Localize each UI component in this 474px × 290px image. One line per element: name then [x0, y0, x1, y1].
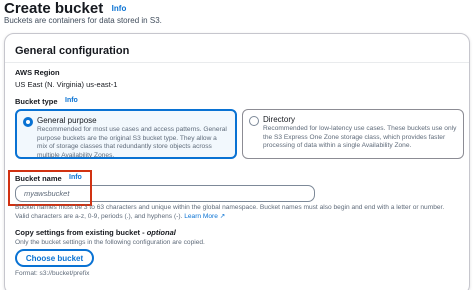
general-purpose-title: General purpose — [37, 116, 97, 125]
bucket-name-highlight-box — [8, 170, 92, 206]
general-purpose-radio[interactable] — [23, 117, 33, 127]
bucket-name-constraint-text: Bucket names must be 3 to 63 characters … — [15, 204, 445, 220]
directory-title: Directory — [263, 115, 296, 124]
learn-more-link[interactable]: Learn More ↗ — [184, 213, 225, 220]
page-title: Create bucket — [4, 0, 104, 17]
directory-description: Recommended for low-latency use cases. T… — [263, 125, 457, 150]
bucket-name-constraint: Bucket names must be 3 to 63 characters … — [15, 204, 465, 221]
bucket-type-directory-tile[interactable]: Directory Recommended for low-latency us… — [242, 109, 464, 159]
panel-divider — [5, 62, 469, 63]
directory-radio[interactable] — [249, 116, 259, 126]
copy-settings-optional: optional — [146, 228, 176, 237]
format-hint: Format: s3://bucket/prefix — [15, 270, 90, 277]
panel-title: General configuration — [15, 45, 130, 57]
copy-settings-description: Only the bucket settings in the followin… — [15, 239, 205, 246]
region-label: AWS Region — [15, 68, 60, 77]
region-value: US East (N. Virginia) us-east-1 — [15, 80, 118, 89]
general-purpose-description: Recommended for most use cases and acces… — [37, 126, 227, 159]
general-configuration-panel: General configuration AWS Region US East… — [4, 33, 470, 290]
bucket-type-info-link[interactable]: Info — [65, 97, 78, 104]
copy-settings-label-text: Copy settings from existing bucket - — [15, 228, 147, 237]
bucket-type-general-purpose-tile[interactable]: General purpose Recommended for most use… — [15, 109, 237, 159]
header-info-link[interactable]: Info — [112, 4, 127, 13]
page-subtitle: Buckets are containers for data stored i… — [4, 16, 162, 25]
bucket-type-label: Bucket type — [15, 97, 58, 106]
choose-bucket-button[interactable]: Choose bucket — [15, 249, 94, 267]
copy-settings-label: Copy settings from existing bucket - opt… — [15, 228, 176, 237]
